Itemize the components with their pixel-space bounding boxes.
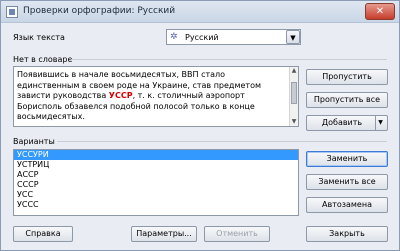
suggestions-list[interactable]: УССУРИ УСТРИЦ АССР СССР УСС УССС (13, 149, 299, 216)
language-value: Русский (185, 33, 219, 42)
suggestion-item[interactable]: УСС (14, 190, 298, 200)
sentence-textarea[interactable]: Появившись в начале восьмидесятых, ВВП с… (13, 66, 299, 127)
suggestion-item[interactable]: АССР (14, 170, 298, 180)
options-button[interactable]: Параметры... (131, 226, 197, 242)
app-icon (6, 6, 18, 18)
undo-button[interactable]: Отменить (204, 226, 270, 242)
not-in-dictionary-label: Нет в словаре (13, 55, 73, 64)
language-flag-icon: ✲ (170, 32, 178, 42)
scroll-up-icon[interactable]: ▲ (290, 67, 298, 75)
group-divider (57, 141, 387, 142)
suggestion-item[interactable]: СССР (14, 180, 298, 190)
scroll-down-icon[interactable]: ▼ (290, 118, 298, 126)
language-label: Язык текста (13, 33, 65, 42)
help-button[interactable]: Справка (13, 226, 73, 242)
spellcheck-dialog: Проверки орфографии: Русский ✕ Язык текс… (0, 0, 400, 251)
misspelled-word[interactable]: УССР (109, 91, 133, 100)
window-title: Проверки орфографии: Русский (23, 6, 176, 16)
skip-all-button[interactable]: Пропустить все (306, 92, 388, 108)
autocorrect-button[interactable]: Автозамена (306, 197, 388, 213)
add-button-label: Добавить (321, 118, 363, 127)
group-divider (71, 59, 387, 60)
chevron-down-icon[interactable]: ▼ (286, 30, 300, 44)
scroll-thumb[interactable] (291, 82, 297, 104)
language-select[interactable]: ✲ Русский ▼ (166, 29, 301, 45)
textarea-scrollbar[interactable]: ▲ ▼ (289, 67, 298, 126)
replace-all-button[interactable]: Заменить все (306, 174, 388, 190)
suggestion-item[interactable]: УСТРИЦ (14, 160, 298, 170)
suggestion-item[interactable]: УССУРИ (14, 150, 298, 160)
close-button[interactable]: Закрыть (306, 226, 388, 242)
replace-button[interactable]: Заменить (306, 151, 388, 167)
title-bar: Проверки орфографии: Русский ✕ (1, 1, 399, 23)
skip-button[interactable]: Пропустить (306, 69, 388, 85)
close-window-button[interactable]: ✕ (365, 3, 395, 20)
suggestions-label: Варианты (13, 137, 55, 146)
suggestion-item[interactable]: УССС (14, 200, 298, 210)
add-button[interactable]: Добавить ▼ (306, 115, 388, 131)
add-dropdown-icon[interactable]: ▼ (375, 116, 385, 130)
